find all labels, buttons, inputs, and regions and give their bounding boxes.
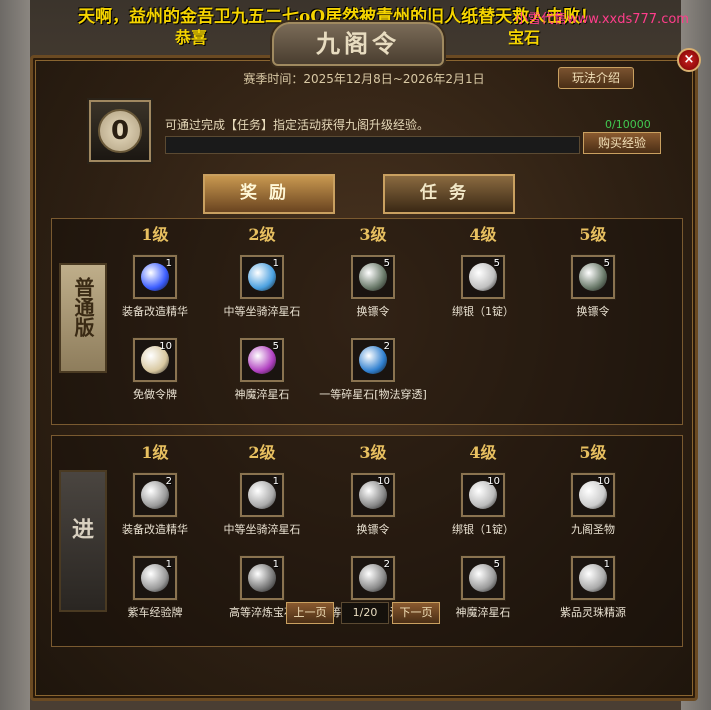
normal-reward-item[interactable]: 5 换镖令	[538, 255, 648, 319]
normal-reward-item[interactable]: 2 一等碎星石[物法穿透]	[318, 338, 428, 402]
normal-reward-item[interactable]: 5 神魔淬星石	[207, 338, 317, 402]
level-header-4: 4级	[469, 443, 497, 462]
item-slot[interactable]: 2	[351, 556, 395, 600]
item-quantity: 2	[165, 476, 172, 487]
level-header-2: 2级	[248, 443, 276, 462]
item-name: 神魔淬星石	[234, 388, 290, 401]
item-slot[interactable]: 10	[461, 473, 505, 517]
item-quantity: 5	[493, 258, 500, 269]
advanced-reward-item[interactable]: 5 神魔淬星石	[428, 556, 538, 620]
item-quantity: 10	[377, 476, 390, 487]
next-page-button[interactable]: 下一页	[392, 602, 440, 624]
item-name: 紫车经验牌	[127, 606, 183, 619]
experience-tip: 可通过完成【任务】指定活动获得九阁升级经验。	[165, 118, 430, 132]
advanced-reward-item[interactable]: 10 九阁圣物	[538, 473, 648, 537]
normal-reward-item[interactable]: 5 换镖令	[318, 255, 428, 319]
item-name: 中等坐骑淬星石	[223, 523, 301, 536]
normal-reward-item[interactable]: 10 免做令牌	[100, 338, 210, 402]
advanced-version-label: 进	[71, 517, 94, 543]
advanced-reward-item[interactable]: 2 装备改造精华	[100, 473, 210, 537]
item-slot[interactable]: 2	[133, 473, 177, 517]
advanced-reward-item[interactable]: 10 绑银（1锭）	[428, 473, 538, 537]
item-quantity: 10	[487, 476, 500, 487]
item-name: 换镖令	[356, 305, 390, 318]
level-badge: 0	[89, 100, 151, 162]
item-slot[interactable]: 1	[571, 556, 615, 600]
tab-rewards[interactable]: 奖励	[203, 174, 335, 214]
level-header-1: 1级	[141, 443, 169, 462]
rules-button[interactable]: 玩法介绍	[558, 67, 634, 89]
background-pillar-left	[0, 0, 30, 710]
level-header-4: 4级	[469, 225, 497, 244]
item-slot[interactable]: 5	[351, 255, 395, 299]
item-slot[interactable]: 10	[351, 473, 395, 517]
item-quantity: 1	[272, 258, 279, 269]
broadcast-message-2-right: 宝石	[508, 28, 541, 47]
level-header-5: 5级	[579, 443, 607, 462]
normal-reward-item[interactable]: 1 中等坐骑淬星石	[207, 255, 317, 319]
level-header-3: 3级	[359, 225, 387, 244]
item-slot[interactable]: 5	[461, 556, 505, 600]
item-quantity: 1	[165, 258, 172, 269]
advanced-reward-item[interactable]: 1 紫车经验牌	[100, 556, 210, 620]
item-quantity: 10	[597, 476, 610, 487]
item-name: 装备改造精华	[122, 305, 188, 318]
item-quantity: 2	[383, 341, 390, 352]
item-slot[interactable]: 5	[461, 255, 505, 299]
item-quantity: 1	[603, 559, 610, 570]
item-slot[interactable]: 1	[240, 556, 284, 600]
item-name: 一等碎星石[物法穿透]	[319, 388, 427, 401]
item-quantity: 5	[383, 258, 390, 269]
item-name: 换镖令	[356, 523, 390, 536]
prev-page-button[interactable]: 上一页	[286, 602, 334, 624]
level-header-2: 2级	[248, 225, 276, 244]
item-quantity: 2	[383, 559, 390, 570]
item-name: 装备改造精华	[122, 523, 188, 536]
normal-reward-item[interactable]: 1 装备改造精华	[100, 255, 210, 319]
advanced-reward-item[interactable]: 1 中等坐骑淬星石	[207, 473, 317, 537]
normal-reward-item[interactable]: 5 绑银（1锭）	[428, 255, 538, 319]
item-slot[interactable]: 5	[240, 338, 284, 382]
item-name: 绑银（1锭）	[452, 523, 514, 536]
page-indicator: 1/20	[341, 602, 389, 624]
item-quantity: 1	[165, 559, 172, 570]
item-name: 免做令牌	[133, 388, 177, 401]
level-header-3: 3级	[359, 443, 387, 462]
item-name: 九阁圣物	[571, 523, 615, 536]
item-quantity: 5	[603, 258, 610, 269]
item-slot[interactable]: 5	[571, 255, 615, 299]
item-quantity: 1	[272, 559, 279, 570]
item-name: 绑银（1锭）	[452, 305, 514, 318]
item-slot[interactable]: 10	[571, 473, 615, 517]
item-slot[interactable]: 10	[133, 338, 177, 382]
close-button[interactable]: ×	[677, 48, 701, 72]
item-slot[interactable]: 1	[133, 556, 177, 600]
watermark: 小雪代售www.xxds777.com	[515, 12, 689, 27]
level-header-1: 1级	[141, 225, 169, 244]
item-quantity: 10	[159, 341, 172, 352]
advanced-reward-item[interactable]: 10 换镖令	[318, 473, 428, 537]
item-name: 紫品灵珠精源	[560, 606, 626, 619]
item-quantity: 1	[272, 476, 279, 487]
experience-bar	[165, 136, 580, 154]
broadcast-message-2-left: 恭喜	[175, 28, 208, 47]
advanced-reward-item[interactable]: 1 紫品灵珠精源	[538, 556, 648, 620]
item-name: 换镖令	[576, 305, 610, 318]
window-title: 九阁令	[272, 22, 444, 66]
experience-value: 0/10000	[605, 118, 651, 131]
item-name: 中等坐骑淬星石	[223, 305, 301, 318]
item-slot[interactable]: 1	[240, 255, 284, 299]
item-slot[interactable]: 1	[240, 473, 284, 517]
item-quantity: 5	[272, 341, 279, 352]
level-header-5: 5级	[579, 225, 607, 244]
item-slot[interactable]: 2	[351, 338, 395, 382]
item-quantity: 5	[493, 559, 500, 570]
tab-tasks[interactable]: 任务	[383, 174, 515, 214]
item-slot[interactable]: 1	[133, 255, 177, 299]
level-value: 0	[98, 109, 142, 153]
item-name: 神魔淬星石	[455, 606, 511, 619]
normal-version-label: 普通版	[71, 277, 95, 337]
buy-experience-button[interactable]: 购买经验	[583, 132, 661, 154]
